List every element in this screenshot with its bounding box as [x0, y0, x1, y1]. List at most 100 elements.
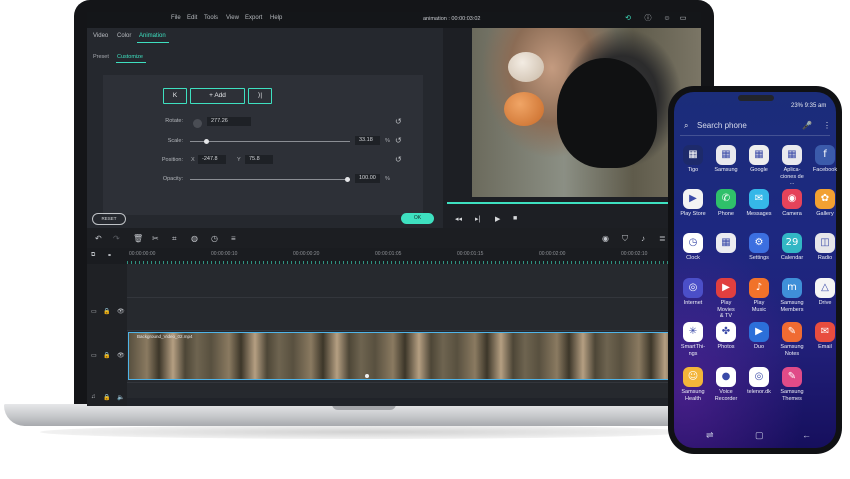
menu-tools[interactable]: Tools	[204, 15, 218, 21]
app-phone[interactable]: ✆ Phone	[713, 189, 739, 218]
color-icon[interactable]: ◍	[191, 234, 198, 243]
crop-icon[interactable]: ⌗	[172, 234, 177, 244]
app-tigo[interactable]: ▦ Tigo	[680, 145, 706, 174]
app-play-music[interactable]: ♪ Play Music	[746, 278, 772, 313]
menu-file[interactable]: File	[171, 15, 181, 21]
step-forward-icon[interactable]: ▸|	[475, 215, 480, 223]
stop-icon[interactable]: ■	[513, 215, 517, 222]
app-duo[interactable]: ▶ Duo	[746, 322, 772, 351]
app-email[interactable]: ✉ Email	[812, 322, 838, 351]
delete-icon[interactable]: 🗑	[133, 234, 143, 243]
link-icon[interactable]: ⚭	[107, 252, 112, 259]
window-icon[interactable]: ▭	[679, 15, 687, 23]
mic-icon[interactable]: ♪	[641, 234, 645, 243]
app-smartthings[interactable]: ✳ SmartThi- ngs	[680, 322, 706, 357]
scale-slider-track[interactable]	[190, 141, 350, 142]
app-internet[interactable]: ◎ Internet	[680, 278, 706, 307]
app-google-folder[interactable]: ▦ Google	[746, 145, 772, 174]
app-settings[interactable]: ⚙ Settings	[746, 233, 772, 262]
info-icon[interactable]: ⓘ	[644, 15, 652, 23]
sync-icon[interactable]: ⟲	[624, 15, 632, 23]
app-play-store[interactable]: ▶ Play Store	[680, 189, 706, 218]
tab-video[interactable]: Video	[93, 33, 108, 39]
app-drive[interactable]: △ Drive	[812, 278, 838, 307]
redo-icon[interactable]: ↷	[113, 234, 120, 243]
app-samsung-health[interactable]: ☺ Samsung Health	[680, 367, 706, 402]
app-samsung-folder[interactable]: ▦ Samsung	[713, 145, 739, 174]
tab-animation[interactable]: Animation	[139, 33, 166, 39]
voiceover-icon[interactable]: ≣	[659, 234, 666, 243]
eye-icon[interactable]: 👁	[117, 308, 125, 315]
reset-button[interactable]: RESET	[92, 213, 126, 225]
back-icon[interactable]: ←	[802, 430, 811, 440]
menu-export[interactable]: Export	[245, 15, 262, 21]
subtab-preset[interactable]: Preset	[93, 54, 109, 60]
lock-icon[interactable]: 🔒	[103, 394, 110, 401]
menu-edit[interactable]: Edit	[187, 15, 197, 21]
snap-icon[interactable]: ⧉	[91, 252, 95, 259]
app-photos[interactable]: ✤ Photos	[713, 322, 739, 351]
menu-help[interactable]: Help	[270, 15, 282, 21]
menu-view[interactable]: View	[226, 15, 239, 21]
app-label: Clock	[686, 255, 700, 261]
scale-slider-handle[interactable]	[204, 139, 209, 144]
prev-keyframe-button[interactable]: K	[163, 88, 187, 104]
radio-icon: ◫	[815, 233, 835, 253]
app-voice-recorder[interactable]: ● Voice Recorder	[713, 367, 739, 402]
marker-icon[interactable]: ⛉	[622, 234, 628, 244]
position-x-input[interactable]: -247.8	[198, 155, 226, 164]
app-telenor[interactable]: ◎ telenor.dk	[746, 367, 772, 396]
eye-icon[interactable]: 👁	[117, 352, 125, 359]
app-gallery[interactable]: ✿ Gallery	[812, 189, 838, 218]
app-samsung-members[interactable]: m Samsung Members	[779, 278, 805, 313]
app-camera[interactable]: ◉ Camera	[779, 189, 805, 218]
home-icon[interactable]: ▢	[755, 430, 764, 441]
app-clock[interactable]: ◷ Clock	[680, 233, 706, 262]
undo-icon[interactable]: ↶	[95, 234, 102, 243]
rotate-reset-icon[interactable]: ↺	[395, 118, 403, 126]
app-radio[interactable]: ◫ Radio	[812, 233, 838, 262]
opacity-slider-track[interactable]	[190, 179, 350, 180]
mic-icon[interactable]: 🎤	[802, 121, 812, 130]
scale-input[interactable]: 33.18	[355, 136, 380, 145]
lock-icon[interactable]: 🔒	[103, 308, 110, 315]
search-icon[interactable]: ⌕	[684, 121, 688, 131]
scale-reset-icon[interactable]: ↺	[395, 137, 403, 145]
play-icon[interactable]: ▶	[495, 215, 500, 223]
ok-button[interactable]: OK	[401, 213, 434, 224]
app-calendar[interactable]: 29 Calendar	[779, 233, 805, 262]
more-options-icon[interactable]: ⋮	[823, 121, 831, 130]
search-input[interactable]: Search phone	[697, 121, 747, 130]
opacity-input[interactable]: 100.00	[355, 174, 380, 183]
adjust-icon[interactable]: ≡	[231, 234, 236, 243]
app-messages[interactable]: ✉ Messages	[746, 189, 772, 218]
app-facebook[interactable]: f Facebook	[812, 145, 838, 174]
lock-icon[interactable]: 🔒	[103, 352, 110, 359]
track-headers	[87, 264, 127, 406]
next-keyframe-button[interactable]: ⟩|	[248, 88, 272, 104]
editor-window: File Edit Tools View Export Help animati…	[87, 12, 701, 406]
app-blank-folder[interactable]: ▦	[713, 233, 739, 255]
tab-color[interactable]: Color	[117, 33, 131, 39]
speaker-icon[interactable]: 🔈	[117, 394, 124, 401]
app-samsung-themes[interactable]: ✎ Samsung Themes	[779, 367, 805, 402]
video-clip[interactable]	[128, 332, 688, 380]
step-back-icon[interactable]: ◂◂	[455, 215, 462, 223]
account-icon[interactable]: ☺	[663, 15, 671, 23]
add-keyframe-button[interactable]: + Add	[190, 88, 245, 104]
playhead-marker[interactable]	[365, 374, 369, 378]
rotate-input[interactable]: 277.26	[207, 117, 251, 126]
cut-icon[interactable]: ✂	[152, 234, 159, 243]
app-samsung-notes[interactable]: ✎ Samsung Notes	[779, 322, 805, 357]
subtab-customize[interactable]: Customize	[117, 54, 143, 60]
app-apps-folder[interactable]: ▦ Aplica- ciones de ...	[779, 145, 805, 187]
speed-icon[interactable]: ◷	[211, 234, 218, 243]
position-y-input[interactable]: 75.8	[245, 155, 273, 164]
rotate-dial[interactable]	[193, 119, 202, 128]
position-reset-icon[interactable]: ↺	[395, 156, 403, 164]
opacity-slider-handle[interactable]	[345, 177, 350, 182]
recents-icon[interactable]: ⇌	[706, 430, 714, 441]
render-icon[interactable]: ◉	[602, 234, 609, 243]
playback-progress[interactable]	[447, 202, 701, 204]
app-play-movies[interactable]: ▶ Play Movies & TV	[713, 278, 739, 320]
